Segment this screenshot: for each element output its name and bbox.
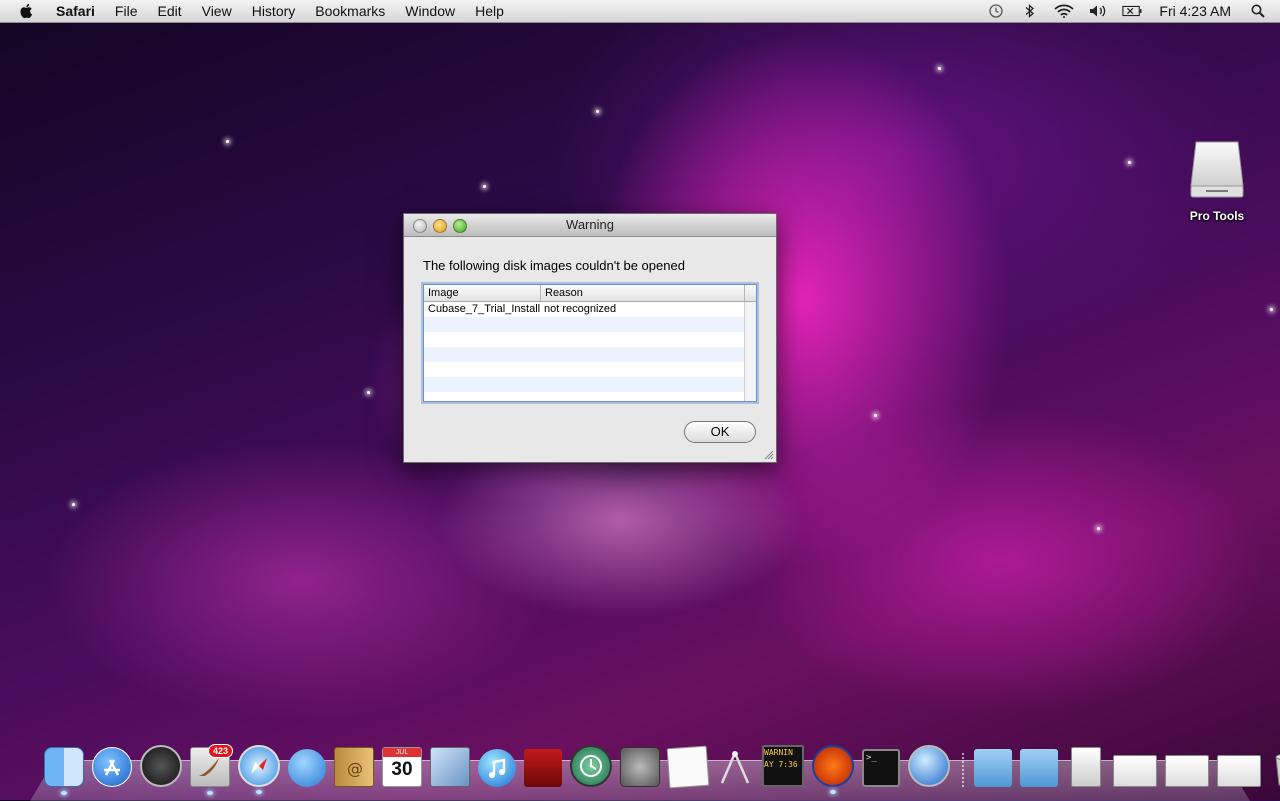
column-header-filler (745, 285, 756, 301)
star (1270, 308, 1273, 311)
star (1097, 527, 1100, 530)
menu-edit[interactable]: Edit (147, 0, 191, 22)
finder-icon[interactable] (44, 747, 84, 795)
apple-menu-icon[interactable] (18, 2, 36, 20)
desktop-drive-pro-tools[interactable]: Pro Tools (1180, 138, 1254, 223)
desktop-drive-label: Pro Tools (1189, 209, 1245, 223)
mail-unread-badge: 423 (207, 744, 233, 758)
cell-image: Cubase_7_Trial_Installer (428, 303, 540, 315)
running-indicator (256, 790, 262, 794)
table-row[interactable]: Cubase_7_Trial_Installer not recognized (424, 302, 756, 317)
dashboard-icon[interactable] (140, 745, 182, 787)
wifi-icon[interactable] (1054, 3, 1075, 19)
column-header-reason[interactable]: Reason (541, 285, 745, 301)
console-text-line-2: AY 7:36 (764, 760, 798, 769)
star (483, 185, 486, 188)
running-indicator (61, 791, 67, 795)
textedit-icon[interactable] (666, 745, 710, 789)
minimized-window-3[interactable] (1217, 755, 1261, 787)
preview-icon[interactable] (430, 747, 470, 787)
documents-folder-icon[interactable] (1020, 749, 1058, 787)
volume-icon[interactable] (1088, 3, 1108, 19)
table-row-empty (424, 377, 756, 392)
console-icon[interactable]: WARNIN AY 7:36 (762, 745, 804, 787)
time-machine-icon[interactable] (986, 3, 1006, 19)
address-book-icon[interactable]: @ (334, 747, 374, 787)
menu-file[interactable]: File (105, 0, 148, 22)
star (874, 414, 877, 417)
console-text-line-1: WARNIN (764, 748, 793, 757)
applications-folder-icon[interactable] (974, 749, 1012, 787)
menu-bookmarks[interactable]: Bookmarks (305, 0, 395, 22)
safari-icon[interactable] (238, 745, 280, 794)
table-scrollbar[interactable] (744, 302, 756, 401)
resize-grip-icon[interactable] (764, 450, 774, 460)
menu-app-safari[interactable]: Safari (50, 0, 105, 22)
table-row-empty (424, 332, 756, 347)
running-indicator (207, 791, 213, 795)
battery-icon[interactable] (1122, 3, 1142, 19)
menu-window[interactable]: Window (395, 0, 465, 22)
table-row-empty (424, 317, 756, 332)
external-drive-icon (1190, 141, 1244, 198)
dialog-title: Warning (566, 217, 614, 232)
table-body: Cubase_7_Trial_Installer not recognized (424, 302, 756, 392)
time-machine-dock-icon[interactable] (570, 745, 612, 787)
dock: 423 @ JUL 30 WARNIN AY 7:36 >_ (44, 743, 1280, 795)
trash-icon[interactable] (1269, 749, 1280, 787)
minimized-window-1[interactable] (1113, 755, 1157, 787)
terminal-icon[interactable]: >_ (862, 749, 900, 787)
dialog-message: The following disk images couldn't be op… (423, 258, 685, 273)
spotlight-search-icon[interactable] (1248, 3, 1268, 19)
column-header-image[interactable]: Image (424, 285, 541, 301)
ichat-icon[interactable] (288, 749, 326, 787)
star (1128, 161, 1131, 164)
star (226, 140, 229, 143)
table-row-empty (424, 362, 756, 377)
system-preferences-icon[interactable] (620, 747, 660, 787)
star (938, 67, 941, 70)
dialog-titlebar[interactable]: Warning (404, 214, 776, 237)
warning-dialog: Warning The following disk images couldn… (403, 213, 777, 463)
disk-images-table[interactable]: Image Reason Cubase_7_Trial_Installer no… (423, 284, 757, 402)
running-indicator (830, 790, 836, 794)
menu-bar: Safari File Edit View History Bookmarks … (0, 0, 1280, 23)
star (72, 503, 75, 506)
quicktime-icon[interactable] (908, 745, 950, 787)
menu-help[interactable]: Help (465, 0, 514, 22)
calendar-day: 30 (391, 759, 413, 780)
menu-clock[interactable]: Fri 4:23 AM (1159, 3, 1231, 19)
star (367, 391, 370, 394)
cell-reason: not recognized (544, 303, 617, 315)
mail-icon[interactable]: 423 (190, 744, 233, 795)
photo-booth-icon[interactable] (524, 749, 562, 787)
calendar-month: JUL (383, 748, 421, 757)
dock-separator (962, 753, 964, 787)
ok-button[interactable]: OK (684, 421, 756, 443)
audacity-icon[interactable] (812, 745, 854, 794)
document-stack-icon[interactable] (1071, 747, 1101, 787)
table-row-empty (424, 347, 756, 362)
utility-icon[interactable] (716, 749, 754, 787)
itunes-icon[interactable] (478, 749, 516, 787)
ical-icon[interactable]: JUL 30 (382, 747, 422, 787)
svg-text:@: @ (347, 759, 363, 778)
table-header: Image Reason (424, 285, 756, 302)
bluetooth-icon[interactable] (1020, 3, 1040, 19)
minimized-window-2[interactable] (1165, 755, 1209, 787)
menu-history[interactable]: History (242, 0, 306, 22)
menu-view[interactable]: View (192, 0, 242, 22)
app-store-icon[interactable] (92, 747, 132, 787)
star (596, 110, 599, 113)
